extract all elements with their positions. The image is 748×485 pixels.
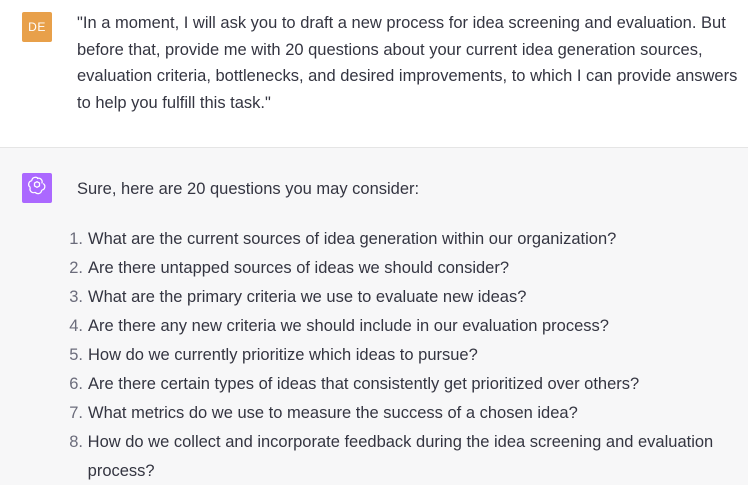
user-message-text: "In a moment, I will ask you to draft a … [77, 14, 738, 112]
assistant-avatar [22, 173, 52, 203]
list-item: 1. What are the current sources of idea g… [56, 225, 736, 254]
list-item: 8. How do we collect and incorporate feed… [56, 428, 736, 485]
list-item-number: 2. [69, 259, 83, 277]
list-item-text: What metrics do we use to measure the su… [88, 404, 578, 422]
list-item-text: What are the primary criteria we use to … [88, 288, 527, 306]
list-item-text: Are there untapped sources of ideas we s… [88, 259, 510, 277]
list-item-text: What are the current sources of idea gen… [88, 230, 617, 248]
list-item-text: Are there any new criteria we should inc… [88, 317, 609, 335]
list-item-number: 1. [69, 230, 83, 248]
list-item-number: 6. [69, 375, 83, 393]
list-item-number: 4. [69, 317, 83, 335]
assistant-intro-text: Sure, here are 20 questions you may cons… [77, 180, 420, 198]
user-avatar: DE [22, 12, 52, 42]
list-item: 5. How do we currently prioritize which i… [56, 341, 736, 370]
list-item: 7. What metrics do we use to measure the … [56, 399, 736, 428]
openai-logo-icon [27, 176, 47, 201]
list-item-text: How do we currently prioritize which ide… [88, 346, 478, 364]
list-item-number: 5. [69, 346, 83, 364]
list-item-number: 8. [69, 433, 83, 451]
list-item-text: Are there certain types of ideas that co… [88, 375, 640, 393]
list-item: 3. What are the primary criteria we use t… [56, 283, 736, 312]
list-item: 4. Are there any new criteria we should i… [56, 312, 736, 341]
user-message: DE "In a moment, I will ask you to draft… [0, 0, 748, 148]
list-item-number: 3. [69, 288, 83, 306]
list-item: 2. Are there untapped sources of ideas we… [56, 254, 736, 283]
list-item-number: 7. [69, 404, 83, 422]
list-item-text: How do we collect and incorporate feedba… [87, 433, 714, 480]
list-item: 6. Are there certain types of ideas that … [56, 370, 736, 399]
question-list: 1. What are the current sources of idea g… [56, 225, 736, 485]
assistant-message: Sure, here are 20 questions you may cons… [0, 148, 748, 485]
